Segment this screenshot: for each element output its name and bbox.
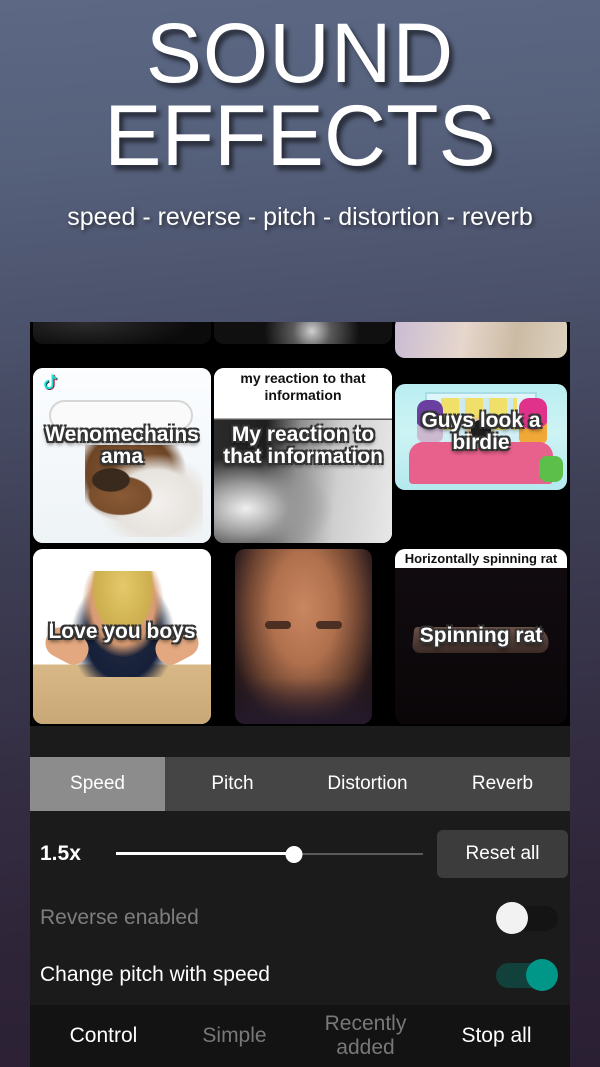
list-item[interactable] <box>214 322 392 344</box>
list-item[interactable]: Guys look a birdie <box>395 384 567 490</box>
list-item-caption: My reaction to that information <box>223 423 383 469</box>
nav-item-control[interactable]: Control <box>38 1024 169 1048</box>
eye-right <box>316 621 342 629</box>
toggle-knob <box>496 901 528 934</box>
face-shadow <box>235 678 372 724</box>
page-title-line-1: SOUND <box>145 6 455 100</box>
change-pitch-toggle[interactable] <box>496 958 558 991</box>
speed-value-label: 1.5x <box>40 842 81 865</box>
tab-label: Speed <box>70 773 125 794</box>
tab-distortion[interactable]: Distortion <box>300 757 435 811</box>
list-item[interactable]: Wenomechains ama <box>33 368 211 543</box>
sound-grid: Wenomechains ama my reaction to that inf… <box>30 322 570 726</box>
list-item[interactable] <box>33 322 211 344</box>
tab-label: Distortion <box>327 773 408 794</box>
nav-item-recently-added[interactable]: Recently added <box>300 1012 431 1060</box>
list-item-overlay-label: Horizontally spinning rat <box>395 549 567 568</box>
list-item[interactable]: Love you boys <box>33 549 211 724</box>
list-item-overlay-label: my reaction to that information <box>240 370 366 404</box>
thumbnail <box>33 322 211 344</box>
reverse-enabled-label: Reverse enabled <box>40 905 199 929</box>
list-item-caption: Love you boys <box>48 620 196 643</box>
nav-item-stop-all[interactable]: Stop all <box>431 1024 562 1048</box>
speed-slider-row: 1.5x Reset all <box>30 821 570 887</box>
list-item-caption: Spinning rat <box>419 624 543 647</box>
app-header: SOUND EFFECTS speed - reverse - pitch - … <box>0 0 600 232</box>
character-green <box>539 456 563 482</box>
tab-pitch[interactable]: Pitch <box>165 757 300 811</box>
effects-panel: Speed Pitch Distortion Reverb 1.5x Reset… <box>30 726 570 1067</box>
page-subtitle: speed - reverse - pitch - distortion - r… <box>67 203 533 232</box>
tab-label: Pitch <box>211 773 254 794</box>
toggle-knob <box>526 958 558 991</box>
tab-reverb[interactable]: Reverb <box>435 757 570 811</box>
page-title-line-2: EFFECTS <box>104 87 496 184</box>
list-item[interactable]: Horizontally spinning rat Spinning rat <box>395 549 567 724</box>
change-pitch-row: Change pitch with speed <box>30 946 570 1003</box>
list-item-caption: Wenomechains ama <box>45 423 199 469</box>
tab-label: Reverb <box>471 773 534 794</box>
nav-item-simple[interactable]: Simple <box>169 1024 300 1048</box>
change-pitch-label: Change pitch with speed <box>40 962 270 986</box>
list-item[interactable] <box>395 322 567 358</box>
bottom-navigation: Control Simple Recently added Stop all <box>30 1005 570 1067</box>
app-screenshot: Wenomechains ama my reaction to that inf… <box>30 322 570 1067</box>
thumbnail <box>214 322 392 344</box>
reset-all-button[interactable]: Reset all <box>437 830 568 878</box>
reverse-enabled-toggle[interactable] <box>496 901 558 934</box>
eye-left <box>265 621 291 629</box>
tiktok-icon <box>41 374 59 394</box>
speed-slider[interactable] <box>116 842 423 866</box>
reverse-enabled-row: Reverse enabled <box>30 889 570 946</box>
thumbnail <box>395 322 567 358</box>
tab-speed[interactable]: Speed <box>30 757 165 811</box>
list-item[interactable]: my reaction to that information My react… <box>214 368 392 543</box>
list-item[interactable] <box>235 549 372 724</box>
list-item-caption: Guys look a birdie <box>421 409 541 455</box>
slider-fill <box>116 852 295 855</box>
slider-thumb[interactable] <box>285 846 303 863</box>
effect-tabs: Speed Pitch Distortion Reverb <box>30 757 570 811</box>
